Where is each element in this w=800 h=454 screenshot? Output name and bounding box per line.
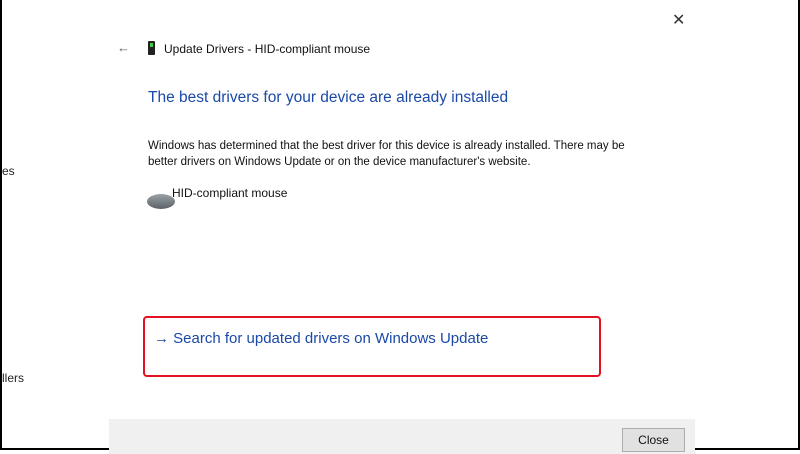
close-icon[interactable]: ✕ bbox=[672, 10, 685, 30]
device-icon bbox=[148, 41, 155, 55]
back-arrow-icon[interactable]: ← bbox=[117, 40, 130, 55]
background-text-fragment: llers bbox=[2, 371, 25, 385]
device-name: HID-compliant mouse bbox=[172, 186, 288, 200]
search-windows-update-link[interactable]: → Search for updated drivers on Windows … bbox=[154, 330, 488, 347]
description-text: Windows has determined that the best dri… bbox=[148, 140, 625, 168]
dialog-footer bbox=[109, 419, 695, 454]
dialog-title: Update Drivers - HID-compliant mouse bbox=[164, 42, 371, 56]
background-text-fragment: es bbox=[2, 164, 15, 178]
close-button[interactable]: Close bbox=[622, 428, 685, 452]
page-heading: The best drivers for your device are alr… bbox=[148, 89, 509, 106]
mouse-icon bbox=[147, 194, 175, 209]
